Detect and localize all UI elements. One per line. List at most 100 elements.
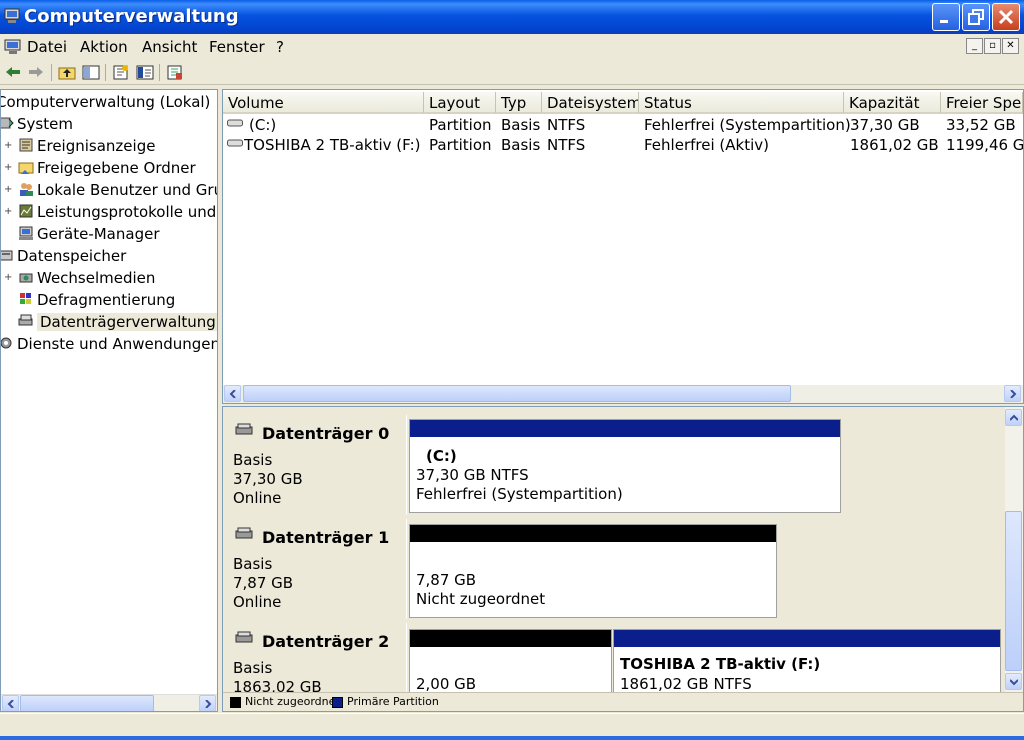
menu-aktion[interactable]: Aktion — [80, 38, 128, 56]
unallocated-bar — [410, 630, 611, 647]
cell-capacity: 37,30 GB — [850, 116, 920, 134]
tree-item-system[interactable]: System — [1, 114, 73, 134]
disk-size: 7,87 GB — [233, 574, 294, 592]
maximize-button[interactable] — [962, 3, 990, 31]
scroll-right-button[interactable] — [199, 695, 216, 711]
unallocated-bar — [410, 525, 776, 542]
tree-item-device-manager[interactable]: Geräte-Manager — [18, 224, 159, 244]
tree-item-event-viewer[interactable]: Ereignisanzeige — [18, 136, 155, 156]
removable-storage-icon — [19, 273, 33, 283]
column-header-layout[interactable]: Layout — [424, 92, 496, 114]
help-icon[interactable] — [135, 63, 155, 82]
tree-item-label: Datenträgerverwaltung — [37, 313, 217, 331]
expand-icon[interactable]: + — [4, 140, 12, 151]
scroll-left-button[interactable] — [224, 385, 241, 402]
legend-label-unallocated: Nicht zugeordnet — [245, 695, 340, 708]
column-header-volume[interactable]: Volume — [223, 92, 424, 114]
legend-swatch-unallocated — [230, 697, 241, 708]
partition-unallocated-disk2[interactable]: 2,00 GB — [409, 629, 612, 699]
export-icon[interactable] — [165, 63, 185, 82]
tree-item-performance-logs[interactable]: Leistungsprotokolle und Warnungen — [18, 202, 217, 222]
back-arrow-icon[interactable] — [3, 63, 23, 82]
forward-arrow-icon[interactable] — [26, 63, 46, 82]
window-title: Computerverwaltung — [24, 6, 239, 27]
chevron-right-icon — [205, 700, 212, 708]
properties-icon[interactable] — [111, 63, 131, 82]
disk-vertical-scrollbar[interactable] — [1005, 407, 1023, 692]
scroll-thumb[interactable] — [20, 695, 154, 711]
column-header-free-space[interactable]: Freier Speicher — [941, 92, 1023, 114]
computer-management-icon[interactable] — [4, 39, 22, 55]
tree-item-defrag[interactable]: Defragmentierung — [18, 290, 175, 310]
tree-item-label: Leistungsprotokolle und Warnungen — [37, 203, 217, 221]
disk-management-icon — [18, 314, 33, 326]
expand-icon[interactable]: + — [4, 162, 12, 173]
scroll-up-button[interactable] — [1005, 409, 1022, 426]
tree-item-services[interactable]: Dienste und Anwendungen — [1, 334, 217, 354]
show-hide-tree-icon[interactable] — [81, 63, 101, 82]
menu-ansicht[interactable]: Ansicht — [142, 38, 197, 56]
cell-status: Fehlerfrei (Systempartition) — [644, 116, 851, 134]
services-icon — [1, 337, 12, 349]
cell-filesystem: NTFS — [547, 136, 586, 154]
expand-icon[interactable]: + — [4, 272, 12, 283]
tree-item-computer-management[interactable]: Computerverwaltung (Lokal) — [1, 92, 210, 112]
scroll-thumb[interactable] — [1005, 511, 1022, 671]
column-header-filesystem[interactable]: Dateisystem — [542, 92, 639, 114]
cell-status: Fehlerfrei (Aktiv) — [644, 136, 769, 154]
toolbar-separator — [159, 64, 160, 81]
cell-free-space: 1199,46 GB — [946, 136, 1024, 154]
expand-icon[interactable]: + — [4, 206, 12, 217]
volume-list[interactable]: Volume Layout Typ Dateisystem Status Kap… — [222, 89, 1024, 404]
mdi-restore-button[interactable]: ▫ — [984, 38, 1001, 54]
device-manager-icon — [19, 226, 33, 240]
console-tree[interactable]: Computerverwaltung (Lokal) System + Erei… — [0, 89, 218, 712]
title-bar[interactable]: Computerverwaltung — [0, 0, 1024, 34]
menu-help[interactable]: ? — [276, 38, 284, 56]
disk-info-2[interactable]: Datenträger 2 Basis 1863,02 GB — [225, 623, 407, 703]
up-folder-icon[interactable] — [57, 63, 77, 82]
menu-fenster[interactable]: Fenster — [209, 38, 265, 56]
column-header-type[interactable]: Typ — [496, 92, 542, 114]
computer-management-icon — [4, 8, 20, 23]
tree-item-label: Geräte-Manager — [37, 225, 160, 243]
table-row[interactable]: TOSHIBA 2 TB-aktiv (F:) Partition Basis … — [223, 135, 1023, 155]
tree-item-storage[interactable]: Datenspeicher — [1, 246, 126, 266]
table-row[interactable]: (C:) Partition Basis NTFS Fehlerfrei (Sy… — [223, 115, 1023, 135]
close-button[interactable] — [992, 3, 1020, 31]
system-tools-icon — [1, 117, 14, 129]
cell-type: Basis — [501, 136, 541, 154]
users-icon — [20, 183, 33, 196]
column-header-capacity[interactable]: Kapazität — [844, 92, 941, 114]
partition-unallocated-disk1[interactable]: 7,87 GB Nicht zugeordnet — [409, 524, 777, 618]
legend-swatch-primary — [332, 697, 343, 708]
tree-item-local-users[interactable]: Lokale Benutzer und Gruppen — [18, 180, 217, 200]
disk-info-1[interactable]: Datenträger 1 Basis 7,87 GB Online — [225, 519, 407, 619]
scroll-down-button[interactable] — [1005, 673, 1022, 690]
tree-item-shared-folders[interactable]: Freigegebene Ordner — [18, 158, 196, 178]
partition-detail: 1861,02 GB NTFS — [620, 675, 752, 693]
tree-item-removable-storage[interactable]: Wechselmedien — [18, 268, 155, 288]
partition-toshiba-f[interactable]: TOSHIBA 2 TB-aktiv (F:) 1861,02 GB NTFS — [613, 629, 1001, 699]
disk-size: 37,30 GB — [233, 470, 303, 488]
tree-item-label: Ereignisanzeige — [37, 137, 156, 155]
disk-type: Basis — [233, 659, 273, 677]
menu-datei[interactable]: Datei — [27, 38, 67, 56]
expand-icon[interactable]: + — [4, 184, 12, 195]
mdi-minimize-button[interactable]: _ — [966, 38, 983, 54]
mdi-close-button[interactable]: ✕ — [1002, 38, 1019, 54]
scroll-thumb[interactable] — [243, 385, 791, 402]
tree-horizontal-scrollbar[interactable] — [1, 694, 217, 711]
tree-item-disk-management[interactable]: Datenträgerverwaltung — [18, 312, 217, 332]
scroll-left-button[interactable] — [2, 695, 19, 711]
chevron-right-icon — [1010, 390, 1017, 398]
scroll-right-button[interactable] — [1004, 385, 1021, 402]
minimize-button[interactable] — [932, 3, 960, 31]
disk-info-0[interactable]: Datenträger 0 Basis 37,30 GB Online — [225, 415, 407, 515]
partition-detail: 2,00 GB — [416, 675, 477, 693]
partition-c[interactable]: (C:) 37,30 GB NTFS Fehlerfrei (Systempar… — [409, 419, 841, 513]
menu-bar: Datei Aktion Ansicht Fenster ? _ ▫ ✕ — [0, 34, 1024, 60]
list-horizontal-scrollbar[interactable] — [223, 385, 1023, 403]
disk-graphical-view[interactable]: Datenträger 0 Basis 37,30 GB Online (C:)… — [222, 406, 1024, 712]
column-header-status[interactable]: Status — [639, 92, 844, 114]
